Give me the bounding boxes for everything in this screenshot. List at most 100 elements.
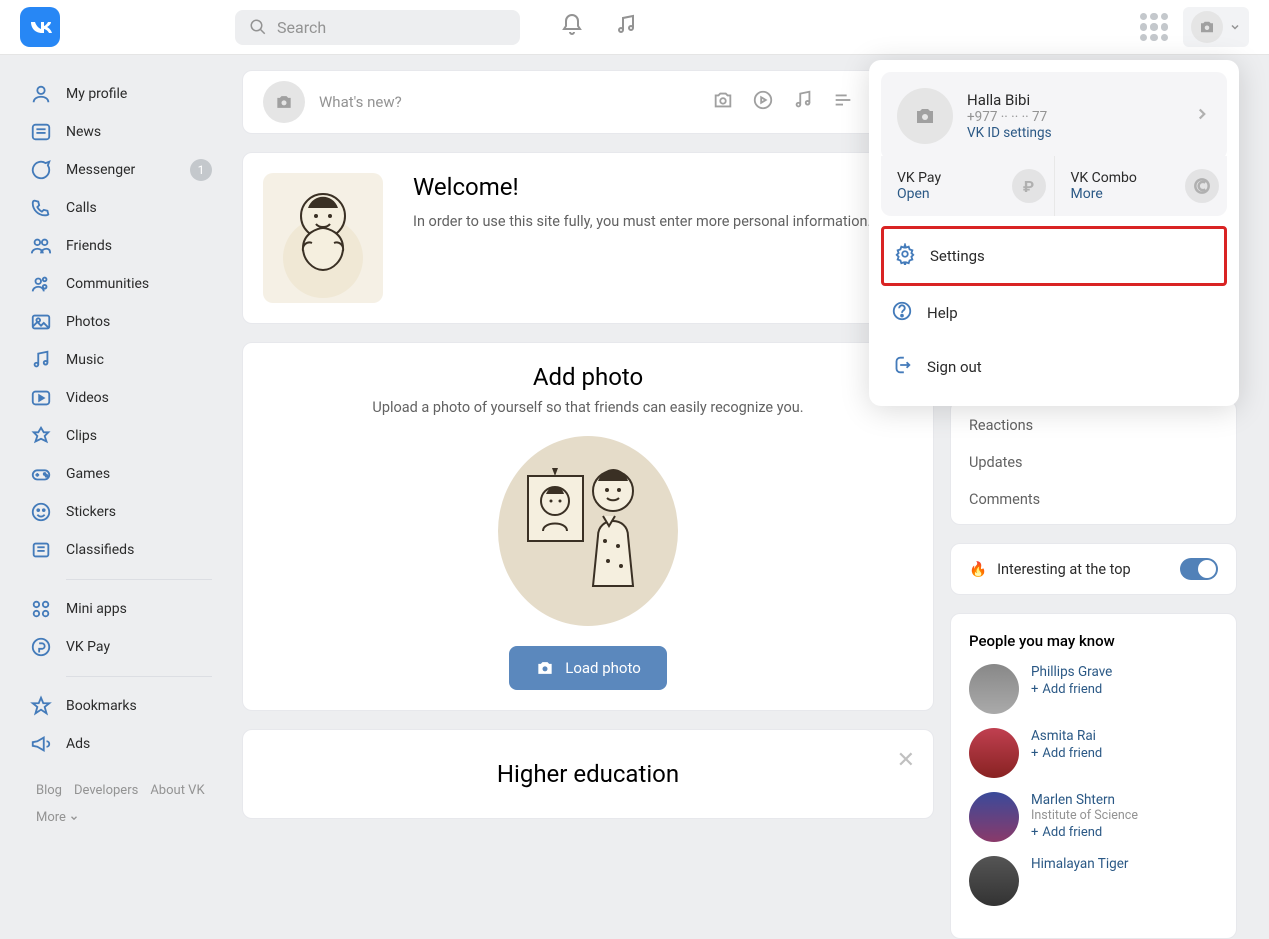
sidebar-item-games[interactable]: Games	[30, 455, 232, 493]
footer-more[interactable]: More	[36, 810, 79, 825]
higher-education-card: ✕ Higher education	[242, 729, 934, 819]
vk-logo[interactable]	[20, 7, 60, 47]
dd-vkcombo[interactable]: VK Combo More	[1055, 156, 1228, 216]
interesting-toggle[interactable]	[1180, 558, 1218, 580]
sidebar-item-communities[interactable]: Communities	[30, 265, 232, 303]
addphoto-title: Add photo	[263, 363, 913, 391]
addphoto-text: Upload a photo of yourself so that frien…	[263, 399, 913, 416]
profile-menu-button[interactable]	[1183, 7, 1249, 47]
pymk-sub: Institute of Science	[1031, 808, 1138, 823]
footer-developers[interactable]: Developers	[74, 783, 138, 798]
avatar[interactable]	[969, 728, 1019, 778]
avatar[interactable]	[969, 792, 1019, 842]
sidebar: My profile News Messenger1 Calls Friends…	[0, 55, 232, 876]
music-attach-icon[interactable]	[792, 89, 814, 115]
megaphone-icon	[30, 733, 52, 755]
pymk-name[interactable]: Asmita Rai	[1031, 728, 1102, 744]
add-friend-link[interactable]: + Add friend	[1031, 825, 1138, 840]
filter-updates[interactable]: Updates	[951, 444, 1236, 481]
signout-icon	[891, 354, 913, 380]
profile-dropdown: Halla Bibi +977 ·· ·· ·· 77 VK ID settin…	[869, 60, 1239, 406]
camera-icon	[1191, 11, 1223, 43]
interesting-toggle-card: 🔥Interesting at the top	[950, 543, 1237, 595]
header-icons	[560, 13, 638, 41]
sidebar-item-videos[interactable]: Videos	[30, 379, 232, 417]
pymk-card: People you may know Phillips Grave + Add …	[950, 613, 1237, 939]
sidebar-item-profile[interactable]: My profile	[30, 75, 232, 113]
messenger-icon	[30, 159, 52, 181]
miniapps-icon	[30, 598, 52, 620]
filter-comments[interactable]: Comments	[951, 481, 1236, 518]
dd-signout[interactable]: Sign out	[881, 340, 1227, 394]
avatar[interactable]	[969, 856, 1019, 906]
dd-settings-label: Settings	[930, 247, 985, 265]
sidebar-item-photos[interactable]: Photos	[30, 303, 232, 341]
camera-icon	[263, 81, 305, 123]
help-icon	[891, 300, 913, 326]
classifieds-icon	[30, 539, 52, 561]
sidebar-item-calls[interactable]: Calls	[30, 189, 232, 227]
dd-help[interactable]: Help	[881, 286, 1227, 340]
messenger-badge: 1	[190, 159, 212, 181]
article-attach-icon[interactable]	[832, 89, 854, 115]
footer-links: Blog Developers About VK More	[30, 763, 232, 825]
video-attach-icon[interactable]	[752, 89, 774, 115]
phone-icon	[30, 197, 52, 219]
combo-icon	[1185, 169, 1219, 203]
addphoto-card: Add photo Upload a photo of yourself so …	[242, 342, 934, 711]
sidebar-item-clips[interactable]: Clips	[30, 417, 232, 455]
sidebar-item-music[interactable]: Music	[30, 341, 232, 379]
higher-ed-title: Higher education	[273, 760, 903, 788]
sidebar-item-ads[interactable]: Ads	[30, 725, 232, 763]
pymk-item: Phillips Grave + Add friend	[969, 664, 1218, 714]
pymk-item: Himalayan Tiger	[969, 856, 1218, 906]
search-input[interactable]: Search	[235, 10, 520, 45]
music-icon[interactable]	[614, 13, 638, 41]
ruble-icon: ₽	[1012, 169, 1046, 203]
pymk-name[interactable]: Himalayan Tiger	[1031, 856, 1128, 872]
header: Search	[0, 0, 1269, 55]
sidebar-item-bookmarks[interactable]: Bookmarks	[30, 687, 232, 725]
dd-help-label: Help	[927, 304, 958, 322]
pymk-item: Asmita Rai + Add friend	[969, 728, 1218, 778]
pymk-name[interactable]: Phillips Grave	[1031, 664, 1112, 680]
games-icon	[30, 463, 52, 485]
welcome-text: In order to use this site fully, you mus…	[413, 211, 871, 233]
pymk-title: People you may know	[969, 632, 1218, 650]
sidebar-item-news[interactable]: News	[30, 113, 232, 151]
welcome-title: Welcome!	[413, 173, 871, 201]
vkpay-icon	[30, 636, 52, 658]
bell-icon[interactable]	[560, 13, 584, 41]
communities-icon	[30, 273, 52, 295]
chevron-right-icon	[1193, 105, 1211, 127]
photo-attach-icon[interactable]	[712, 89, 734, 115]
sidebar-item-vkpay[interactable]: VK Pay	[30, 628, 232, 666]
apps-grid-icon[interactable]	[1140, 13, 1168, 41]
news-icon	[30, 121, 52, 143]
fire-icon: 🔥	[969, 561, 987, 578]
clips-icon	[30, 425, 52, 447]
stickers-icon	[30, 501, 52, 523]
sidebar-item-classifieds[interactable]: Classifieds	[30, 531, 232, 569]
filter-reactions[interactable]: Reactions	[951, 407, 1236, 444]
post-composer[interactable]: What's new?	[242, 70, 934, 134]
load-photo-button[interactable]: Load photo	[509, 646, 667, 690]
close-icon[interactable]: ✕	[897, 748, 915, 773]
dd-profile-block[interactable]: Halla Bibi +977 ·· ·· ·· 77 VK ID settin…	[881, 72, 1227, 160]
avatar[interactable]	[969, 664, 1019, 714]
footer-blog[interactable]: Blog	[36, 783, 62, 798]
dd-username: Halla Bibi	[967, 91, 1052, 109]
pymk-name[interactable]: Marlen Shtern	[1031, 792, 1138, 808]
sidebar-item-miniapps[interactable]: Mini apps	[30, 590, 232, 628]
dd-settings[interactable]: Settings	[881, 226, 1227, 286]
dd-vkpay[interactable]: VK Pay Open ₽	[881, 156, 1055, 216]
add-friend-link[interactable]: + Add friend	[1031, 746, 1102, 761]
gear-icon	[894, 243, 916, 269]
sidebar-item-stickers[interactable]: Stickers	[30, 493, 232, 531]
dd-vkid-link[interactable]: VK ID settings	[967, 125, 1052, 141]
add-friend-link[interactable]: + Add friend	[1031, 682, 1112, 697]
sidebar-item-messenger[interactable]: Messenger1	[30, 151, 232, 189]
sidebar-item-friends[interactable]: Friends	[30, 227, 232, 265]
profile-icon	[30, 83, 52, 105]
footer-about[interactable]: About VK	[150, 783, 204, 798]
